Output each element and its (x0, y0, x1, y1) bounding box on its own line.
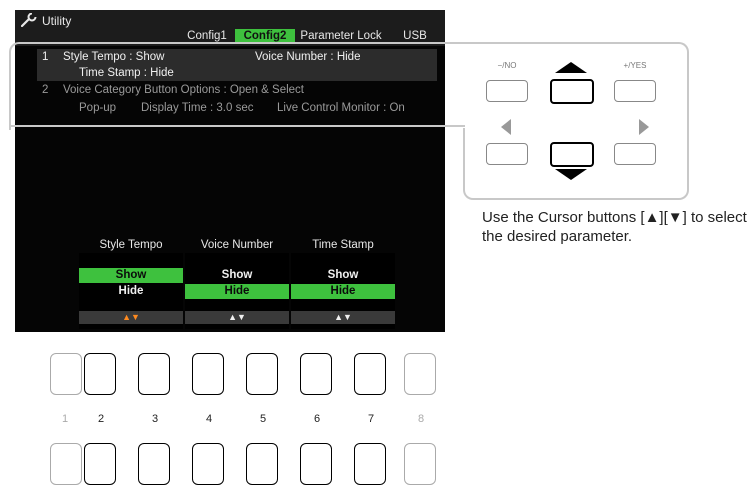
option-hide[interactable]: Hide (185, 284, 289, 299)
option-show[interactable]: Show (291, 268, 395, 283)
left-triangle-icon (501, 119, 511, 135)
lower-button-2[interactable] (84, 443, 116, 485)
down-triangle-icon (555, 169, 587, 180)
no-label: −/NO (497, 61, 517, 70)
upper-button-6[interactable] (300, 353, 332, 395)
upper-button-4[interactable] (192, 353, 224, 395)
col-header-time-stamp: Time Stamp (312, 239, 374, 251)
time-stamp-menu: Show Hide ▲▼ (291, 253, 395, 329)
cursor-right-button[interactable] (614, 143, 656, 165)
up-down-arrows-icon: ▲▼ (79, 311, 183, 324)
up-down-arrows-icon: ▲▼ (185, 311, 289, 324)
cursor-left-button[interactable] (486, 143, 528, 165)
lower-button-5[interactable] (246, 443, 278, 485)
screen-title: Utility (42, 14, 72, 28)
col-header-voice-number: Voice Number (200, 239, 274, 251)
button-number-8: 8 (417, 413, 425, 425)
option-hide[interactable]: Hide (79, 284, 183, 299)
upper-button-7[interactable] (354, 353, 386, 395)
button-number-5: 5 (259, 413, 267, 425)
upper-button-1[interactable] (50, 353, 82, 395)
lower-button-1[interactable] (50, 443, 82, 485)
lower-button-6[interactable] (300, 443, 332, 485)
cursor-up-button[interactable] (550, 79, 594, 104)
voice-number-menu: Show Hide ▲▼ (185, 253, 289, 329)
button-number-6: 6 (313, 413, 321, 425)
style-tempo-menu: Show Hide ▲▼ (79, 253, 183, 329)
tab-usb[interactable]: USB (395, 29, 435, 43)
option-show[interactable]: Show (79, 268, 183, 283)
wrench-icon (21, 13, 37, 27)
instruction-caption: Use the Cursor buttons [▲][▼] to select … (482, 209, 747, 245)
option-show[interactable]: Show (185, 268, 289, 283)
tab-parameter-lock[interactable]: Parameter Lock (297, 29, 385, 43)
lower-button-8[interactable] (404, 443, 436, 485)
no-button[interactable] (486, 80, 528, 102)
option-hide[interactable]: Hide (291, 284, 395, 299)
up-triangle-icon (555, 62, 587, 73)
lower-button-3[interactable] (138, 443, 170, 485)
button-number-7: 7 (367, 413, 375, 425)
lower-button-4[interactable] (192, 443, 224, 485)
tab-config1[interactable]: Config1 (177, 29, 237, 43)
upper-button-5[interactable] (246, 353, 278, 395)
yes-button[interactable] (614, 80, 656, 102)
tab-config2[interactable]: Config2 (235, 29, 295, 43)
right-triangle-icon (639, 119, 649, 135)
button-number-2: 2 (97, 413, 105, 425)
col-header-style-tempo: Style Tempo (99, 239, 163, 251)
button-number-3: 3 (151, 413, 159, 425)
upper-button-2[interactable] (84, 353, 116, 395)
lower-button-7[interactable] (354, 443, 386, 485)
up-down-arrows-icon: ▲▼ (291, 311, 395, 324)
callout-connector (9, 125, 465, 127)
upper-button-3[interactable] (138, 353, 170, 395)
upper-button-8[interactable] (404, 353, 436, 395)
button-number-1: 1 (61, 413, 69, 425)
button-number-4: 4 (205, 413, 213, 425)
cursor-down-button[interactable] (550, 142, 594, 167)
yes-label: +/YES (623, 61, 647, 70)
